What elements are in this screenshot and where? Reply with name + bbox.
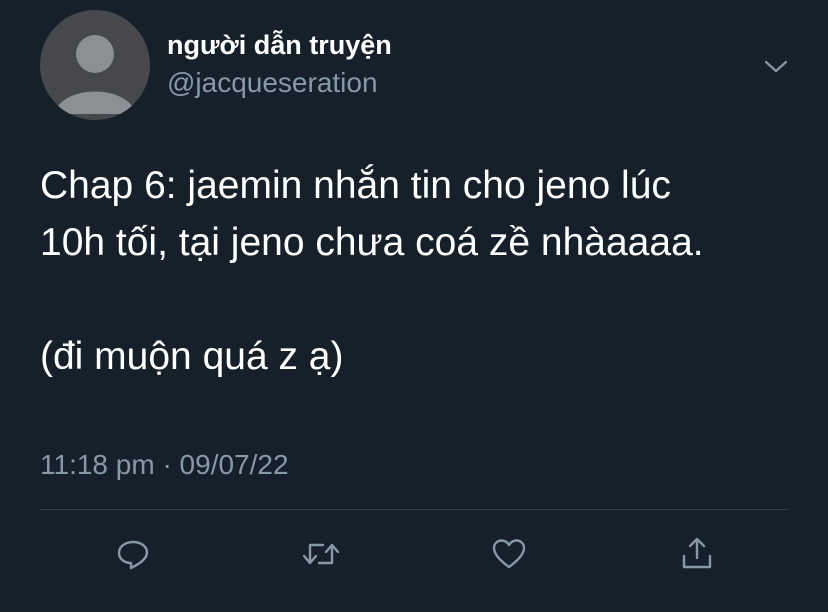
avatar[interactable]: [40, 10, 150, 120]
chevron-down-icon[interactable]: [760, 50, 792, 82]
user-handle[interactable]: @jacqueseration: [167, 67, 378, 99]
tweet-line: 10h tối, tại jeno chưa coá zề nhàaaaa.: [40, 221, 704, 264]
tweet-line: (đi muộn quá z ạ): [40, 335, 344, 378]
like-icon: [492, 539, 526, 569]
share-button[interactable]: [675, 532, 719, 576]
tweet-text: Chap 6: jaemin nhắn tin cho jeno lúc 10h…: [40, 157, 810, 385]
display-name[interactable]: người dẫn truyện: [167, 30, 392, 61]
retweet-button[interactable]: [299, 532, 343, 576]
retweet-icon: [302, 543, 340, 565]
share-icon: [682, 537, 712, 569]
divider: [40, 509, 788, 510]
like-button[interactable]: [487, 532, 531, 576]
reply-button[interactable]: [111, 532, 155, 576]
default-avatar-icon: [54, 35, 136, 114]
tweet-timestamp[interactable]: 11:18 pm · 09/07/22: [40, 449, 289, 481]
reply-icon: [117, 540, 149, 570]
tweet-line: Chap 6: jaemin nhắn tin cho jeno lúc: [40, 164, 671, 207]
